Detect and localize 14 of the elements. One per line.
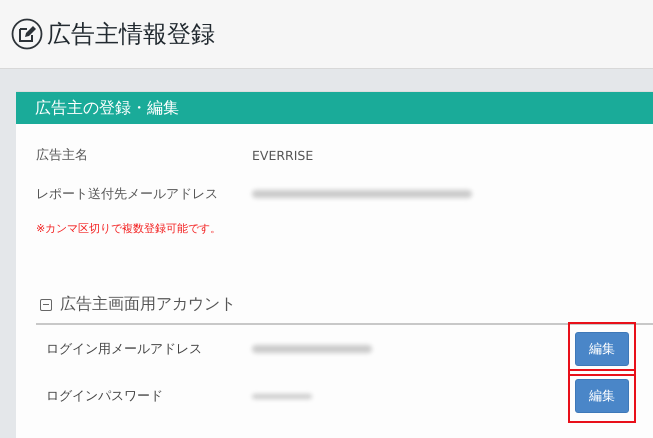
card-header: 広告主の登録・編集 [16, 92, 653, 124]
field-label: 広告主名 [36, 147, 89, 164]
field-label: ログインパスワード [46, 388, 164, 405]
note-text: ※カンマ区切りで複数登録可能です。 [36, 221, 222, 236]
field-value: EVERRISE [252, 148, 314, 162]
section-title: 広告主画面用アカウント [60, 294, 236, 315]
edit-button[interactable]: 編集 [575, 332, 629, 366]
edit-icon [11, 18, 43, 50]
field-label: ログイン用メールアドレス [46, 341, 203, 358]
page-title: 広告主情報登録 [47, 19, 215, 50]
redacted-value [252, 394, 312, 398]
field-label: レポート送付先メールアドレス [36, 186, 219, 203]
edit-button[interactable]: 編集 [575, 379, 629, 413]
collapse-icon[interactable] [40, 298, 52, 310]
